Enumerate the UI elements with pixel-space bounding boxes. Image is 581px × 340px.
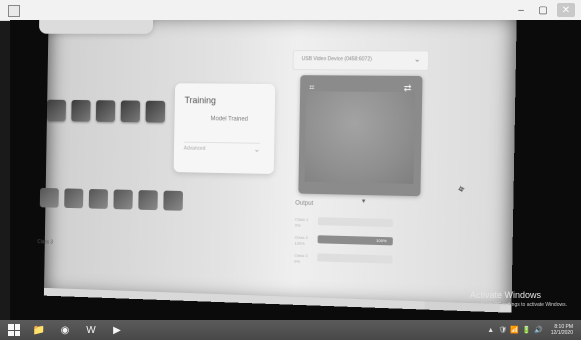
thumbnail (113, 189, 133, 210)
volume-icon[interactable]: 🔊 (534, 326, 543, 334)
chevron-down-icon: ⌄ (253, 144, 261, 154)
window-controls: – ▢ ✕ (513, 3, 575, 17)
window-titlebar: – ▢ ✕ (0, 0, 581, 21)
class-thumbnails-row-1 (46, 99, 166, 123)
thumbnail (88, 188, 109, 209)
thumbnail (64, 188, 84, 209)
thumbnail (145, 100, 166, 123)
device-dropdown[interactable]: USB Video Device (0458:6072) ⌄ (292, 50, 430, 71)
windows-logo-icon (8, 324, 20, 336)
close-button[interactable]: ✕ (557, 3, 575, 17)
class-label-edge: Class 3 (37, 239, 53, 246)
thumbnail (163, 190, 183, 211)
advanced-label: Advanced (183, 145, 206, 152)
start-button[interactable] (4, 321, 24, 339)
activate-windows-subtitle: Go to PC settings to activate Windows. (480, 302, 567, 308)
top-card (38, 20, 154, 34)
system-tray: ▲ 🛡 📶 🔋 🔊 8:10 PM 12/1/2020 (487, 322, 573, 338)
word-icon: W (86, 324, 96, 336)
thumbnail (46, 99, 66, 122)
arrow-down-icon: ▾ (361, 197, 366, 206)
thumbnail (95, 100, 116, 122)
class-thumbnails-row-2 (39, 187, 183, 211)
folder-icon: 📁 (32, 324, 46, 336)
chevron-down-icon: ⌄ (413, 54, 421, 64)
advanced-toggle[interactable]: Advanced ⌄ (183, 141, 261, 158)
thumbnail (39, 187, 59, 208)
training-title: Training (184, 95, 217, 106)
media-player-button[interactable]: ▶ (106, 321, 128, 339)
security-icon[interactable]: 🛡 (498, 326, 507, 334)
webcam-image (304, 91, 415, 184)
clock[interactable]: 8:10 PM 12/1/2020 (551, 324, 573, 336)
webcam-preview: ⌗ ⇄ (298, 75, 423, 197)
photographed-monitor: Training Model Trained Advanced ⌄ USB Vi… (37, 20, 517, 313)
chrome-icon: ◉ (60, 324, 70, 336)
maximize-button[interactable]: ▢ (535, 3, 551, 17)
training-status: Model Trained (210, 116, 248, 123)
show-hidden-icons-icon[interactable]: ▲ (487, 326, 495, 334)
battery-icon[interactable]: 🔋 (522, 326, 531, 334)
app-icon (8, 5, 20, 17)
play-icon: ▶ (113, 324, 121, 336)
taskbar: 📁 ◉ W ▶ ▲ 🛡 📶 🔋 🔊 8:10 PM 12/1/2020 (0, 320, 581, 340)
minimize-button[interactable]: – (513, 3, 529, 17)
output-bar-label: 100% (376, 237, 387, 244)
thumbnail (120, 100, 141, 123)
word-button[interactable]: W (80, 321, 102, 339)
app-window: – ▢ ✕ Training Model Trained Advanced ⌄ … (0, 0, 581, 320)
thumbnail (138, 190, 158, 211)
activate-windows-title: Activate Windows (469, 290, 541, 300)
device-dropdown-label: USB Video Device (0458:6072) (301, 56, 372, 63)
training-card: Training Model Trained Advanced ⌄ (173, 83, 276, 175)
chrome-button[interactable]: ◉ (54, 321, 76, 339)
mouse-cursor-icon: ⌖ (456, 181, 467, 197)
clock-date: 12/1/2020 (550, 330, 573, 336)
thumbnail (71, 99, 91, 122)
network-icon[interactable]: 📶 (510, 326, 519, 334)
file-explorer-button[interactable]: 📁 (28, 321, 50, 339)
camera-feed: Training Model Trained Advanced ⌄ USB Vi… (10, 20, 581, 320)
preview-panel: USB Video Device (0458:6072) ⌄ ⌗ ⇄ ▾ Out… (289, 42, 430, 287)
output-title: Output (295, 200, 314, 207)
